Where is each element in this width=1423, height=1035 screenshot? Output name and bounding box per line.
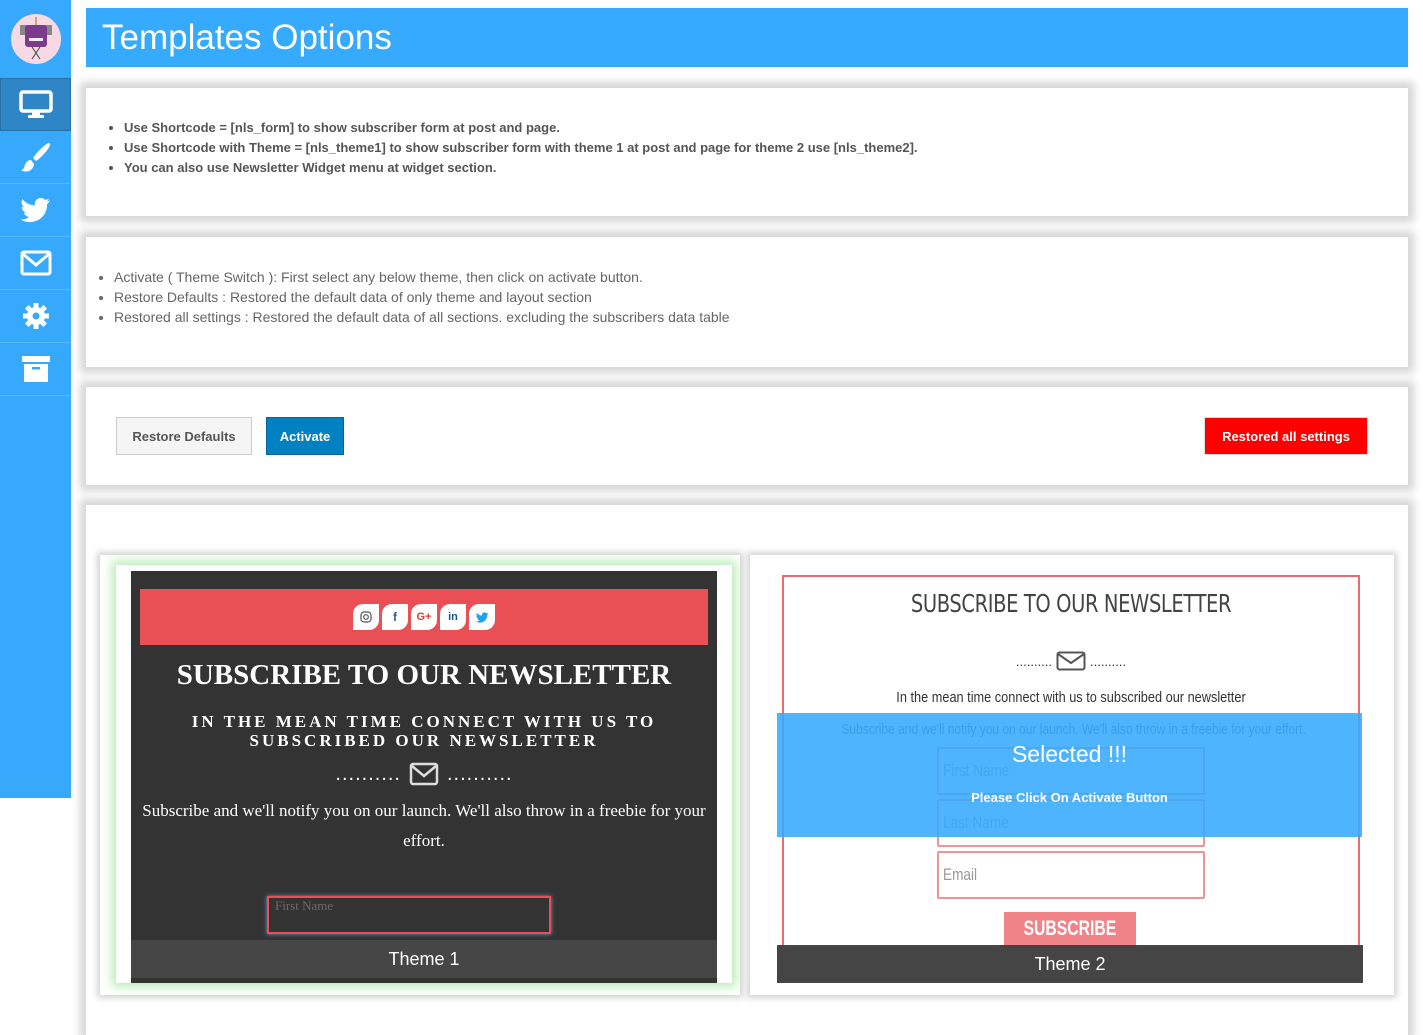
subscribe-label: SUBSCRIBE	[1023, 917, 1117, 940]
theme-2-label: Theme 2	[777, 945, 1363, 983]
theme-1-title: SUBSCRIBE TO OUR NEWSLETTER	[176, 659, 672, 691]
instagram-icon[interactable]	[353, 604, 379, 630]
google-plus-icon[interactable]: G+	[411, 604, 437, 630]
twitter-icon[interactable]	[469, 604, 495, 630]
theme-1-label: Theme 1	[131, 940, 717, 978]
theme-2-email-input[interactable]: Email	[937, 851, 1205, 899]
theme-2-card[interactable]: SUBSCRIBE TO OUR NEWSLETTER .......... .…	[750, 555, 1394, 995]
action-info-item: Activate ( Theme Switch ): First select …	[114, 267, 1408, 287]
envelope-icon	[409, 762, 439, 786]
theme-1-preview-frame: f G+ in SUBSCRIBE TO OUR NEWSLETTER IN T…	[116, 565, 732, 983]
title-bar: Templates Options	[86, 8, 1408, 67]
action-info-item: Restore Defaults : Restored the default …	[114, 287, 1408, 307]
linkedin-icon[interactable]: in	[440, 604, 466, 630]
theme-1-divider: .......... ..........	[131, 762, 717, 786]
sidebar-item-design[interactable]	[0, 131, 71, 184]
sidebar-item-display[interactable]	[0, 78, 71, 131]
shortcode-info-item: Use Shortcode = [nls_form] to show subsc…	[124, 118, 1408, 138]
avatar[interactable]	[10, 14, 61, 64]
theme-1-description: Subscribe and we'll notify you on our la…	[142, 801, 706, 850]
page-title: Templates Options	[102, 17, 392, 57]
monster-logo-icon	[19, 17, 52, 60]
dots-right: ..........	[447, 762, 513, 785]
theme-1-first-name-input[interactable]: First Name	[267, 896, 551, 934]
selected-hint: Please Click On Activate Button	[971, 790, 1168, 805]
theme-1-subtitle-line: IN THE MEAN TIME CONNECT WITH US TO	[191, 712, 657, 731]
envelope-icon	[20, 250, 51, 276]
shortcode-info-item: You can also use Newsletter Widget menu …	[124, 158, 1408, 178]
theme-1-subtitle-line: SUBSCRIBED OUR NEWSLETTER	[249, 731, 599, 750]
dots-left: ..........	[1015, 653, 1052, 669]
sidebar-item-social[interactable]	[0, 184, 71, 237]
action-info-item: Restored all settings : Restored the def…	[114, 307, 1408, 327]
selected-overlay: Selected !!! Please Click On Activate Bu…	[777, 713, 1362, 837]
theme-2-subscribe-button[interactable]: SUBSCRIBE	[1004, 912, 1136, 946]
main-content: Templates Options Use Shortcode = [nls_f…	[86, 8, 1408, 1035]
dots-right: ..........	[1090, 653, 1127, 669]
restore-all-settings-button[interactable]: Restored all settings	[1204, 417, 1368, 455]
actions-panel: Restore Defaults Activate Restored all s…	[86, 387, 1408, 485]
sidebar	[0, 0, 71, 798]
placeholder: Email	[943, 865, 978, 884]
action-info-list: Activate ( Theme Switch ): First select …	[98, 267, 1408, 327]
paintbrush-icon	[20, 143, 50, 172]
desktop-icon	[18, 89, 53, 118]
shortcode-info-panel: Use Shortcode = [nls_form] to show subsc…	[86, 88, 1408, 216]
activate-button[interactable]: Activate	[266, 417, 344, 455]
shortcode-info-item: Use Shortcode with Theme = [nls_theme1] …	[124, 138, 1408, 158]
theme-gallery: f G+ in SUBSCRIBE TO OUR NEWSLETTER IN T…	[100, 555, 1394, 995]
avatar-wrapper	[0, 0, 71, 78]
archive-icon	[21, 356, 50, 382]
theme-2-divider: .......... ..........	[784, 651, 1358, 671]
social-bar: f G+ in	[140, 589, 708, 645]
sidebar-item-email[interactable]	[0, 237, 71, 290]
sidebar-item-settings[interactable]	[0, 290, 71, 343]
action-info-panel: Activate ( Theme Switch ): First select …	[86, 237, 1408, 367]
theme-1-subtitle: IN THE MEAN TIME CONNECT WITH US TO SUBS…	[131, 712, 717, 750]
restore-defaults-button[interactable]: Restore Defaults	[116, 417, 252, 455]
theme-2-title: SUBSCRIBE TO OUR NEWSLETTER	[910, 589, 1232, 618]
gear-icon	[22, 303, 49, 329]
twitter-icon	[20, 198, 50, 223]
dots-left: ..........	[335, 762, 401, 785]
selected-text: Selected !!!	[1011, 741, 1128, 767]
themes-panel: f G+ in SUBSCRIBE TO OUR NEWSLETTER IN T…	[86, 505, 1408, 1035]
shortcode-info-list: Use Shortcode = [nls_form] to show subsc…	[108, 118, 1408, 178]
theme-2-subtitle: In the mean time connect with us to subs…	[896, 689, 1246, 706]
envelope-icon	[1056, 651, 1086, 671]
facebook-icon[interactable]: f	[382, 604, 408, 630]
theme-1-card[interactable]: f G+ in SUBSCRIBE TO OUR NEWSLETTER IN T…	[100, 555, 740, 995]
sidebar-item-archive[interactable]	[0, 343, 71, 396]
